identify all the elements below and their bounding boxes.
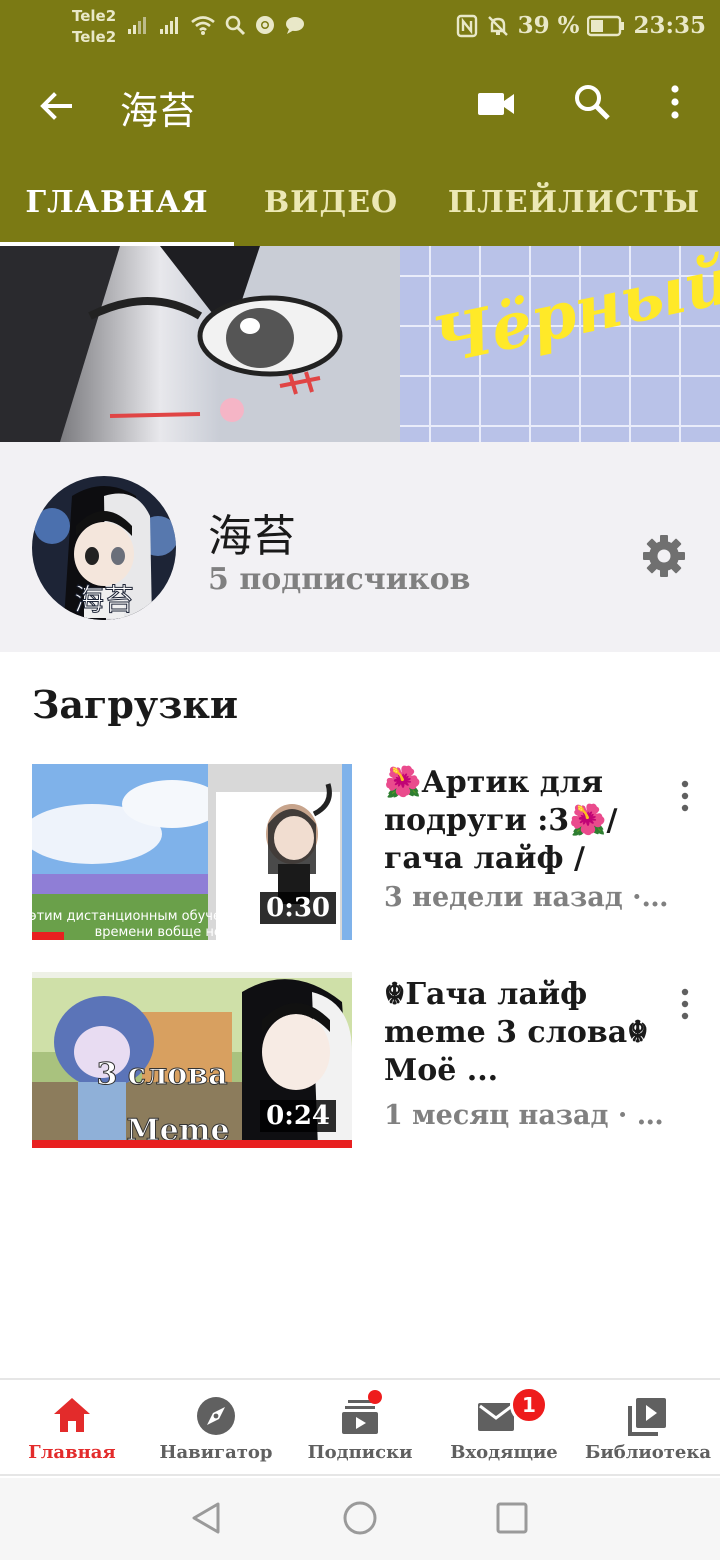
nav-label: Навигатор [159, 1442, 273, 1463]
carrier-2: Tele2 [72, 28, 117, 46]
gear-icon[interactable] [640, 532, 688, 580]
watch-progress-bar [32, 1140, 352, 1148]
status-icons-left [126, 14, 306, 36]
video-meta: 1 месяц назад · 50... [384, 1100, 674, 1131]
chat-icon [286, 17, 304, 34]
nav-label: Входящие [450, 1442, 558, 1463]
video-duration: 0:24 [260, 1100, 336, 1132]
carrier-1: Tele2 [72, 7, 117, 25]
signal-icon [160, 17, 178, 34]
home-circle-icon[interactable] [340, 1498, 380, 1538]
mute-icon [487, 15, 508, 36]
recents-square-icon[interactable] [492, 1498, 532, 1538]
subscriber-count: 5 подписчиков [208, 562, 471, 597]
channel-header: 海苔 海苔 5 подписчиков [0, 442, 720, 652]
status-bar: Tele2 Tele2 39 % 23:35 [0, 0, 720, 54]
search-icon[interactable] [570, 80, 614, 124]
nav-label: Главная [28, 1442, 116, 1463]
channel-tabs: ГЛАВНАЯ ВИДЕО ПЛЕЙЛИСТЫ [0, 158, 720, 246]
nav-item-subscriptions[interactable]: Подписки [288, 1380, 432, 1476]
video-meta: 3 недели назад · 6... [384, 882, 674, 913]
nfc-icon [456, 14, 477, 37]
tab-home[interactable]: ГЛАВНАЯ [0, 158, 234, 246]
video-title[interactable]: ☬Гача лайф meme 3 слова☬ Моё ... [384, 976, 668, 1090]
nav-label: Подписки [307, 1442, 413, 1463]
wifi-icon [191, 16, 215, 35]
new-content-dot [368, 1390, 382, 1404]
status-icons-right: 39 % 23:35 [456, 12, 706, 39]
video-item[interactable]: а с этим дистанционным обучени времени в… [0, 764, 720, 944]
nav-item-home[interactable]: Главная [0, 1380, 144, 1476]
library-icon [628, 1398, 666, 1436]
avatar[interactable]: 海苔 [32, 476, 176, 620]
tab-playlists[interactable]: ПЛЕЙЛИСТЫ [428, 158, 720, 246]
back-arrow-icon[interactable] [34, 84, 78, 128]
avatar-image: 海苔 [32, 476, 176, 620]
chrome-icon [256, 16, 274, 34]
section-title-uploads: Загрузки [32, 682, 239, 727]
banner-art: Чёрный Смер [0, 246, 720, 442]
back-triangle-icon[interactable] [186, 1498, 226, 1538]
tab-videos[interactable]: ВИДЕО [234, 158, 428, 246]
home-icon [54, 1398, 90, 1432]
more-vert-icon[interactable] [672, 776, 698, 816]
video-camera-icon[interactable] [474, 84, 518, 124]
nav-item-explore[interactable]: Навигатор [144, 1380, 288, 1476]
video-item[interactable]: 3 слова Meme 0:24 ☬Гача лайф meme 3 слов… [0, 972, 720, 1152]
system-navigation-bar [0, 1478, 720, 1560]
carrier-labels: Tele2 Tele2 [72, 6, 116, 48]
more-vert-icon[interactable] [660, 80, 690, 124]
nav-item-inbox[interactable]: 1 Входящие [432, 1380, 576, 1476]
compass-icon [197, 1397, 235, 1435]
app-bar: 海苔 [0, 54, 720, 158]
video-thumbnail[interactable]: 3 слова Meme 0:24 [32, 972, 352, 1148]
watch-progress-bar [32, 932, 64, 940]
channel-name: 海苔 [208, 511, 296, 562]
channel-banner: Чёрный Смер [0, 246, 720, 442]
video-duration: 0:30 [260, 892, 336, 924]
thumbnail-caption: а с этим дистанционным обучени [32, 909, 238, 924]
more-vert-icon[interactable] [672, 984, 698, 1024]
video-thumbnail[interactable]: а с этим дистанционным обучени времени в… [32, 764, 352, 940]
nav-label: Библиотека [584, 1442, 712, 1463]
avatar-text: 海苔 [74, 583, 134, 618]
signal-icon [128, 17, 146, 34]
app-bar-title: 海苔 [120, 89, 197, 133]
notification-badge: 1 [510, 1386, 548, 1424]
nav-item-library[interactable]: Библиотека [576, 1380, 720, 1476]
clock: 23:35 [633, 12, 706, 39]
thumbnail-caption: 3 слова [96, 1057, 227, 1092]
bottom-navigation: Главная Навигатор Подписки 1 Входящие Би… [0, 1378, 720, 1476]
thumbnail-caption: времени вобще нет [95, 925, 230, 940]
video-title[interactable]: 🌺Артик для подруги :3🌺/ гача лайф / [384, 764, 668, 878]
battery-icon [587, 15, 625, 36]
search-icon [225, 15, 246, 36]
battery-percent: 39 % [517, 12, 580, 39]
